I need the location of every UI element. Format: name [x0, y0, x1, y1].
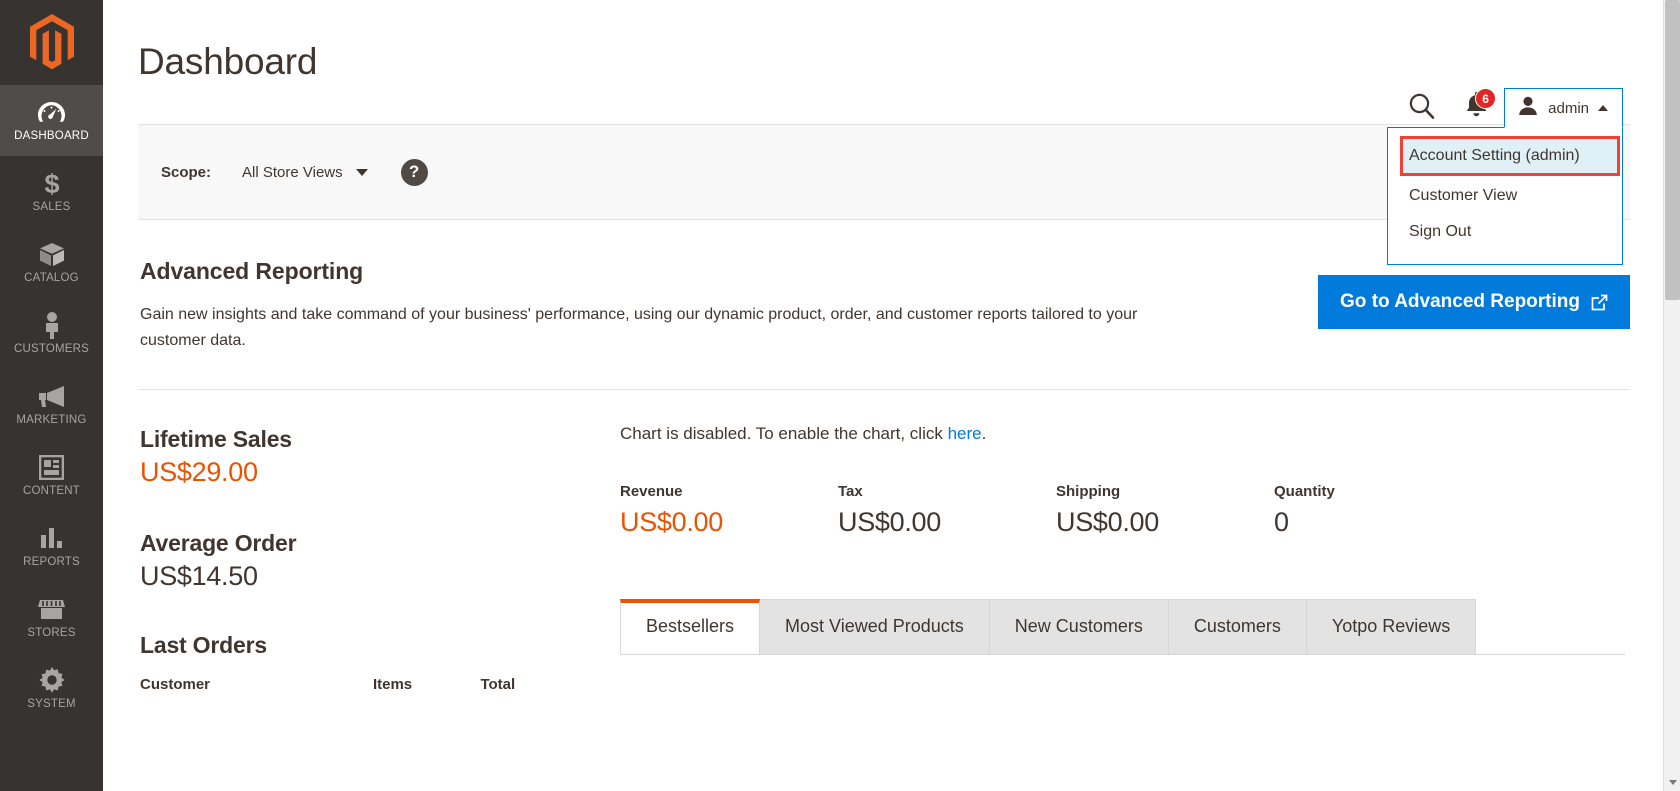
go-to-advanced-reporting-button[interactable]: Go to Advanced Reporting: [1318, 275, 1630, 329]
svg-text:$: $: [44, 170, 59, 197]
sidebar-item-label: SALES: [32, 200, 71, 213]
dashboard-tabs: Bestsellers Most Viewed Products New Cus…: [620, 599, 1625, 656]
page-title: Dashboard: [138, 41, 318, 82]
total-quantity: Quantity 0: [1274, 483, 1492, 538]
dashboard-body: Lifetime Sales US$29.00 Average Order US…: [138, 390, 1630, 701]
advanced-reporting-title: Advanced Reporting: [140, 258, 364, 284]
menu-item-sign-out[interactable]: Sign Out: [1388, 214, 1622, 250]
chart-message-suffix: .: [981, 424, 987, 444]
vertical-scrollbar[interactable]: [1663, 0, 1680, 791]
column-header-customer: Customer: [140, 676, 211, 694]
scroll-down-arrow-icon[interactable]: [1664, 774, 1680, 791]
dashboard-right-column: Chart is disabled. To enable the chart, …: [588, 424, 1630, 701]
total-label: Quantity: [1274, 483, 1335, 501]
chart-message-prefix: Chart is disabled. To enable the chart, …: [620, 424, 948, 444]
total-value: US$0.00: [838, 507, 941, 538]
total-value: US$0.00: [1056, 507, 1159, 538]
total-label: Revenue: [620, 483, 683, 501]
lifetime-sales-value: US$29.00: [140, 457, 258, 488]
total-tax: Tax US$0.00: [838, 483, 1056, 538]
tab-new-customers[interactable]: New Customers: [988, 599, 1169, 655]
sidebar-item-sales[interactable]: $ SALES: [0, 156, 103, 227]
search-button[interactable]: [1396, 88, 1448, 128]
admin-account-button[interactable]: admin: [1504, 88, 1623, 128]
magento-admin-dashboard: DASHBOARD $ SALES CATALOG CUSTOMERS MARK…: [0, 0, 1680, 791]
layout-page-icon: [39, 454, 64, 481]
chart-disabled-message: Chart is disabled. To enable the chart, …: [620, 424, 1630, 444]
advanced-reporting-text: Advanced Reporting Gain new insights and…: [138, 258, 1170, 353]
tab-yotpo-reviews[interactable]: Yotpo Reviews: [1305, 599, 1477, 655]
dollar-sign-icon: $: [43, 170, 61, 197]
tab-bestsellers[interactable]: Bestsellers: [620, 599, 761, 655]
advanced-reporting-button-label: Go to Advanced Reporting: [1340, 291, 1580, 312]
total-value: 0: [1274, 507, 1289, 538]
admin-name-label: admin: [1548, 99, 1589, 117]
total-label: Tax: [838, 483, 863, 501]
average-order-value: US$14.50: [140, 561, 258, 592]
user-avatar-icon: [1517, 95, 1539, 122]
average-order-block: Average Order US$14.50: [140, 528, 588, 594]
total-shipping: Shipping US$0.00: [1056, 483, 1274, 538]
lifetime-sales-label: Lifetime Sales: [140, 426, 292, 453]
notification-count-badge: 6: [1475, 88, 1497, 109]
sidebar-item-label: STORES: [27, 626, 76, 639]
megaphone-icon: [38, 383, 65, 410]
scope-label: Scope:: [161, 163, 212, 181]
external-link-icon: [1591, 294, 1608, 311]
chevron-up-icon: [1598, 105, 1608, 111]
sidebar-item-marketing[interactable]: MARKETING: [0, 369, 103, 440]
sidebar-item-label: DASHBOARD: [14, 129, 89, 142]
sidebar-item-content[interactable]: CONTENT: [0, 440, 103, 511]
gear-icon: [38, 667, 65, 694]
search-icon: [1408, 92, 1436, 125]
sidebar-item-system[interactable]: SYSTEM: [0, 653, 103, 724]
sidebar-item-stores[interactable]: STORES: [0, 582, 103, 653]
storefront-icon: [38, 596, 65, 623]
tab-most-viewed-products[interactable]: Most Viewed Products: [759, 599, 990, 655]
sidebar-item-reports[interactable]: REPORTS: [0, 511, 103, 582]
sidebar-item-label: CUSTOMERS: [13, 342, 90, 355]
last-orders-title: Last Orders: [140, 632, 267, 659]
menu-item-account-setting[interactable]: Account Setting (admin): [1400, 136, 1620, 176]
notifications-button[interactable]: 6: [1448, 88, 1504, 128]
total-revenue: Revenue US$0.00: [620, 483, 838, 538]
main-content: Dashboard 6 admin Account Setting (admin…: [103, 0, 1680, 791]
person-icon: [43, 311, 61, 339]
advanced-reporting-description: Gain new insights and take command of yo…: [140, 306, 1138, 349]
table-header-row: Customer Items Total: [140, 676, 588, 701]
last-orders-table: Customer Items Total: [140, 676, 588, 701]
column-header-total: Total: [480, 676, 516, 694]
scrollbar-thumb[interactable]: [1665, 0, 1680, 300]
sidebar-item-label: CONTENT: [23, 484, 80, 497]
tab-customers[interactable]: Customers: [1167, 599, 1307, 655]
totals-row: Revenue US$0.00 Tax US$0.00 Shipping US$…: [620, 483, 1630, 538]
sidebar-item-label: CATALOG: [24, 271, 79, 284]
menu-item-customer-view[interactable]: Customer View: [1388, 178, 1622, 214]
sidebar-item-label: MARKETING: [16, 413, 87, 426]
sidebar-item-dashboard[interactable]: DASHBOARD: [0, 85, 103, 156]
box-icon: [39, 241, 65, 268]
sidebar: DASHBOARD $ SALES CATALOG CUSTOMERS MARK…: [0, 0, 103, 791]
store-view-value: All Store Views: [242, 163, 343, 181]
lifetime-sales-block: Lifetime Sales US$29.00: [140, 424, 588, 490]
admin-dropdown-menu: Account Setting (admin) Customer View Si…: [1387, 127, 1623, 265]
dashboard-left-column: Lifetime Sales US$29.00 Average Order US…: [138, 424, 588, 701]
sidebar-item-customers[interactable]: CUSTOMERS: [0, 298, 103, 369]
magento-logo-icon: [29, 13, 74, 69]
sidebar-item-catalog[interactable]: CATALOG: [0, 227, 103, 298]
column-header-items: Items: [372, 676, 413, 694]
total-label: Shipping: [1056, 483, 1121, 501]
sidebar-item-label: SYSTEM: [27, 697, 76, 710]
chevron-down-icon: [355, 168, 368, 176]
question-mark-icon[interactable]: ?: [400, 158, 428, 186]
store-view-select[interactable]: All Store Views: [242, 164, 368, 181]
average-order-label: Average Order: [140, 530, 297, 557]
dashboard-gauge-icon: [38, 99, 65, 126]
header-actions: 6 admin: [1396, 88, 1623, 128]
magento-logo[interactable]: [0, 0, 103, 85]
total-value: US$0.00: [620, 507, 723, 538]
enable-chart-link[interactable]: here: [948, 424, 982, 443]
sidebar-item-label: REPORTS: [23, 555, 80, 568]
bar-chart-icon: [39, 525, 64, 552]
